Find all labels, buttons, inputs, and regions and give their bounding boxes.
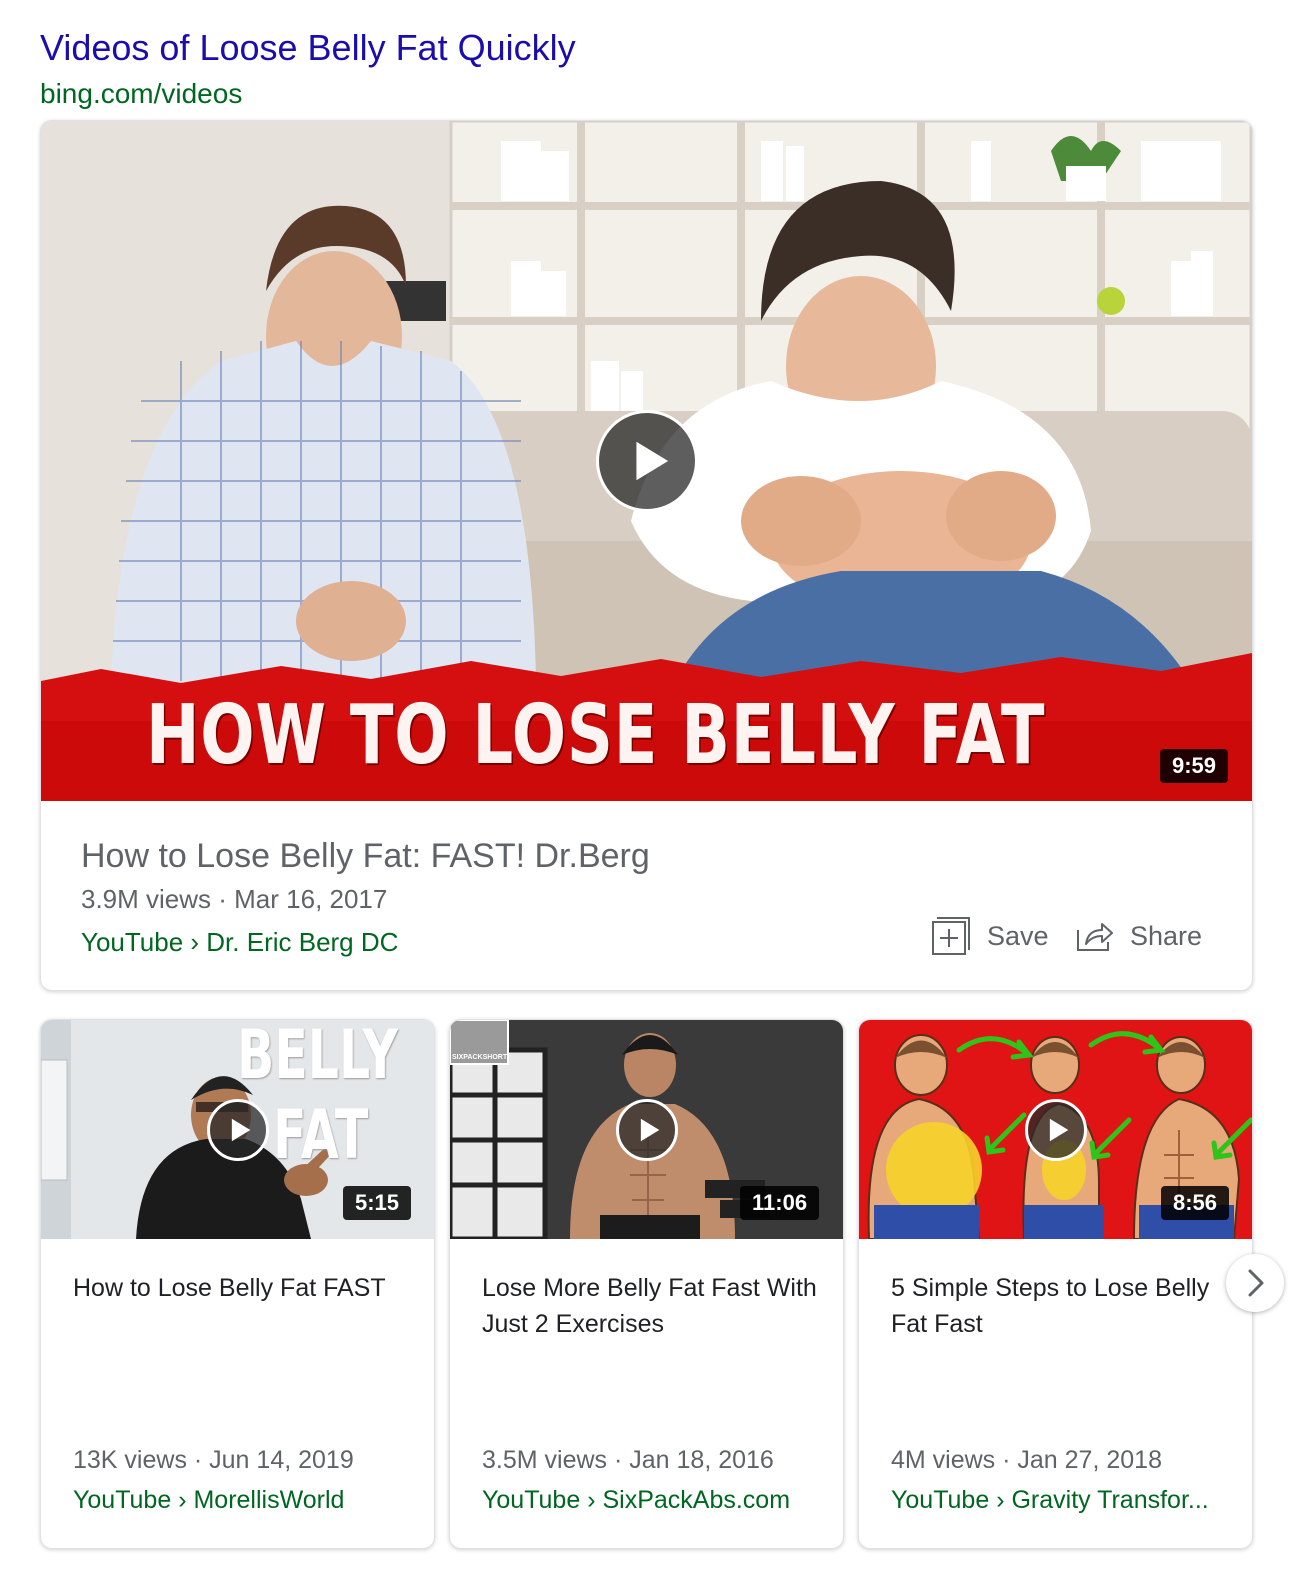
video-title-2[interactable]: Lose More Belly Fat Fast With Just 2 Exe… <box>482 1270 822 1342</box>
thumbnail-text-belly: BELLY <box>237 1020 398 1095</box>
duration-badge-1: 5:15 <box>343 1186 412 1220</box>
video-card-2[interactable]: SIXPACKSHORTCUTS.COM 11:06 Lose More Bel… <box>449 1019 844 1549</box>
play-button-2[interactable] <box>616 1099 678 1161</box>
thumbnail-banner-text: HOW TO LOSE BELLY FAT <box>146 688 1046 783</box>
share-button[interactable]: Share <box>1074 911 1202 961</box>
thumbnail-logo-text: SIXPACKSHORTCUTS.COM <box>452 1054 508 1061</box>
video-card-3[interactable]: 8:56 5 Simple Steps to Lose Belly Fat Fa… <box>858 1019 1253 1549</box>
video-card-1[interactable]: BELLY FAT 5:15 How to Lose Belly Fat FAS… <box>40 1019 435 1549</box>
video-thumbnail-2[interactable]: SIXPACKSHORTCUTS.COM 11:06 <box>450 1020 843 1239</box>
main-play-button[interactable] <box>596 410 698 512</box>
main-video-title[interactable]: How to Lose Belly Fat: FAST! Dr.Berg <box>81 836 650 876</box>
main-video-source[interactable]: YouTube › Dr. Eric Berg DC <box>81 926 398 958</box>
main-video-thumbnail[interactable]: HOW TO LOSE BELLY FAT 9:59 <box>41 121 1252 801</box>
duration-badge-2: 11:06 <box>740 1186 820 1220</box>
video-source-3[interactable]: YouTube › Gravity Transfor... <box>891 1484 1209 1516</box>
play-button-3[interactable] <box>1025 1099 1087 1161</box>
play-icon <box>636 441 669 481</box>
main-video-card[interactable]: HOW TO LOSE BELLY FAT 9:59 How to Lose B… <box>40 120 1253 991</box>
play-icon <box>640 1118 660 1142</box>
video-meta-3: 4M views · Jan 27, 2018 <box>891 1446 1162 1474</box>
video-source-1[interactable]: YouTube › MorellisWorld <box>73 1484 344 1516</box>
video-meta-1: 13K views · Jun 14, 2019 <box>73 1446 354 1474</box>
carousel-next-button[interactable] <box>1226 1254 1284 1312</box>
result-title-link[interactable]: Videos of Loose Belly Fat Quickly <box>40 26 576 70</box>
video-thumbnail-3[interactable]: 8:56 <box>859 1020 1252 1239</box>
video-title-1[interactable]: How to Lose Belly Fat FAST <box>73 1270 413 1306</box>
save-label: Save <box>987 920 1049 951</box>
video-meta-2: 3.5M views · Jan 18, 2016 <box>482 1446 774 1474</box>
main-video-info: How to Lose Belly Fat: FAST! Dr.Berg 3.9… <box>41 801 1252 990</box>
play-icon <box>231 1118 251 1142</box>
video-thumbnail-1[interactable]: BELLY FAT 5:15 <box>41 1020 434 1239</box>
thumbnail-text-fat: FAT <box>273 1096 369 1175</box>
video-source-2[interactable]: YouTube › SixPackAbs.com <box>482 1484 790 1516</box>
search-result-page: Videos of Loose Belly Fat Quickly bing.c… <box>0 0 1296 1572</box>
main-video-meta: 3.9M views · Mar 16, 2017 <box>81 884 388 914</box>
result-url: bing.com/videos <box>40 78 243 109</box>
chevron-right-icon <box>1248 1269 1264 1297</box>
save-icon <box>932 917 970 955</box>
share-label: Share <box>1130 920 1203 951</box>
play-icon <box>1049 1118 1069 1142</box>
duration-badge-3: 8:56 <box>1161 1186 1230 1220</box>
play-button-1[interactable] <box>207 1099 269 1161</box>
video-title-3[interactable]: 5 Simple Steps to Lose Belly Fat Fast <box>891 1270 1231 1342</box>
save-button[interactable]: Save <box>931 911 1049 961</box>
share-icon <box>1077 923 1113 951</box>
main-duration-badge: 9:59 <box>1160 749 1229 783</box>
